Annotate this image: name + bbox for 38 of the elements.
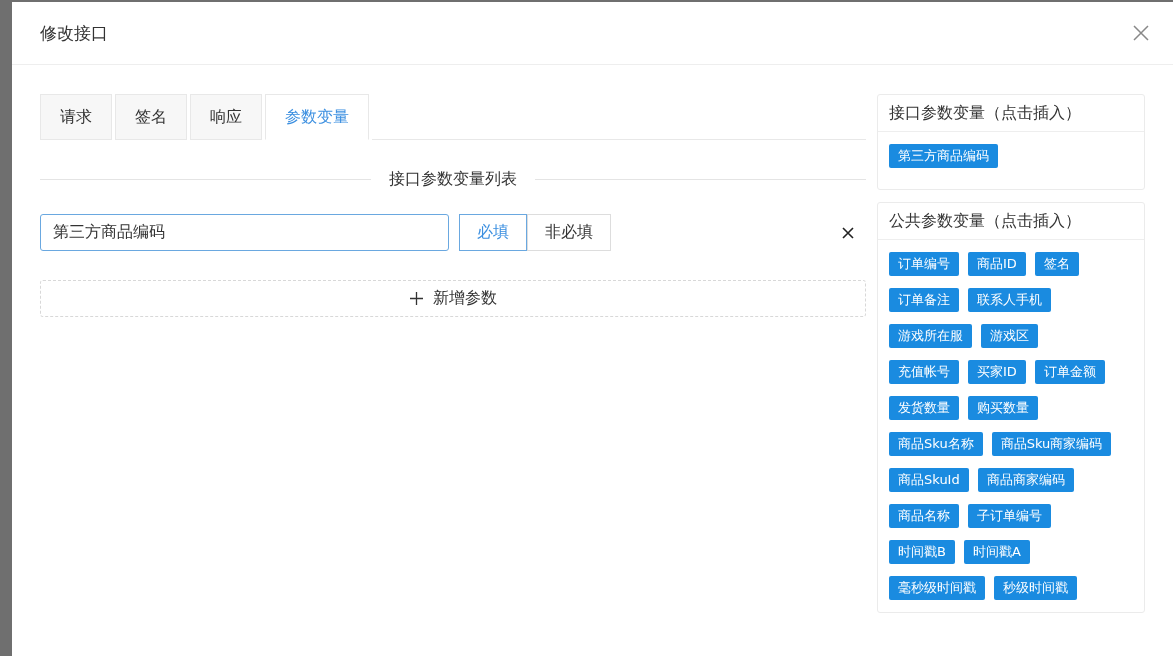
variable-tag[interactable]: 订单备注 [889, 288, 959, 312]
variable-tag[interactable]: 购买数量 [968, 396, 1038, 420]
variable-tag[interactable]: 签名 [1034, 252, 1079, 276]
required-option[interactable]: 必填 [459, 214, 527, 251]
panel-title: 接口参数变量（点击插入） [878, 95, 1144, 132]
tab[interactable]: 签名 [115, 94, 187, 140]
variable-tag[interactable]: 买家ID [968, 360, 1026, 384]
variable-tag[interactable]: 时间戳A [963, 540, 1030, 564]
variable-tag[interactable]: 毫秒级时间戳 [889, 576, 985, 600]
variable-tag[interactable]: 商品名称 [889, 504, 959, 528]
variable-tag[interactable]: 商品商家编码 [977, 468, 1074, 492]
param-name-field[interactable]: 第三方商品编码 [40, 214, 449, 251]
variable-tag[interactable]: 联系人手机 [968, 288, 1051, 312]
variable-tag[interactable]: 游戏区 [981, 324, 1038, 348]
variable-tag[interactable]: 发货数量 [889, 396, 959, 420]
variable-tag[interactable]: 商品Sku商家编码 [991, 432, 1112, 456]
variable-tag[interactable]: 子订单编号 [968, 504, 1051, 528]
tab[interactable]: 响应 [190, 94, 262, 140]
add-param-button[interactable]: 新增参数 [40, 280, 866, 317]
variable-tag[interactable]: 商品Sku名称 [889, 432, 983, 456]
close-icon[interactable] [1133, 25, 1149, 41]
variable-tag[interactable]: 商品ID [968, 252, 1026, 276]
variable-tag[interactable]: 订单金额 [1034, 360, 1105, 384]
required-option[interactable]: 非必填 [527, 214, 611, 251]
tab[interactable]: 请求 [40, 94, 112, 140]
panel-title: 公共参数变量（点击插入） [878, 203, 1144, 240]
variable-tag[interactable]: 时间戳B [889, 540, 955, 564]
variable-tag[interactable]: 商品SkuId [889, 468, 969, 492]
variable-tag[interactable]: 游戏所在服 [889, 324, 972, 348]
tab[interactable]: 参数变量 [265, 94, 369, 140]
remove-icon[interactable] [842, 226, 854, 239]
plus-icon [409, 292, 423, 305]
dialog-title: 修改接口 [40, 21, 108, 45]
variable-tag[interactable]: 订单编号 [889, 252, 959, 276]
section-title: 接口参数变量列表 [388, 168, 518, 190]
variable-tag[interactable]: 第三方商品编码 [889, 144, 998, 168]
variable-tag[interactable]: 秒级时间戳 [994, 576, 1077, 600]
variable-tag[interactable]: 充值帐号 [889, 360, 959, 384]
